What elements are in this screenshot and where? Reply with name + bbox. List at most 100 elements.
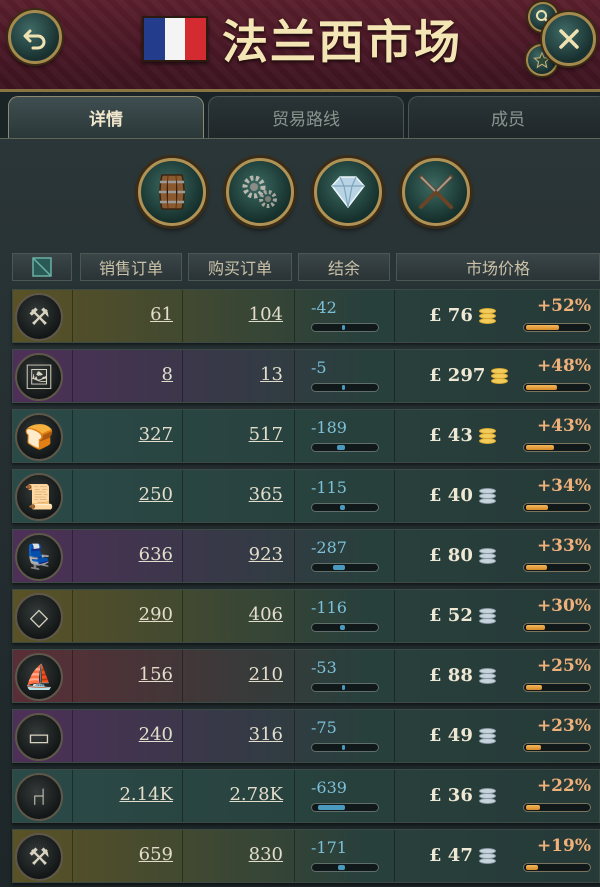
- sell-orders-value[interactable]: 240: [139, 724, 173, 745]
- good-cell: ⚒: [13, 830, 73, 882]
- table-row-8[interactable]: ▭ 240 316 -75 £ 49 +23%: [12, 709, 600, 763]
- price-change-value: +19%: [536, 836, 591, 856]
- buy-orders-value[interactable]: 104: [249, 304, 283, 325]
- good-cell: ⚒: [13, 290, 73, 342]
- market-price-value: £ 43: [429, 424, 473, 446]
- price-change-value: +30%: [536, 596, 591, 616]
- back-button[interactable]: [8, 10, 62, 64]
- column-header-sell-orders[interactable]: 销售订单: [80, 253, 182, 281]
- price-change-value: +33%: [536, 536, 591, 556]
- market-price-value: £ 40: [429, 484, 473, 506]
- tab-trade-routes[interactable]: 贸易路线: [208, 96, 404, 138]
- column-header-market-price[interactable]: 市场价格: [396, 253, 600, 281]
- sell-orders-value[interactable]: 8: [162, 364, 173, 385]
- market-header: 法兰西市场: [0, 0, 600, 92]
- table-row-9[interactable]: ⑁ 2.14K 2.78K -639 £ 36 +22%: [12, 769, 600, 823]
- buy-orders-value[interactable]: 517: [249, 424, 283, 445]
- market-price: £ 40: [429, 484, 497, 506]
- coin-stack-icon: [489, 364, 509, 386]
- table-row-6[interactable]: ◇ 290 406 -116 £ 52 +30%: [12, 589, 600, 643]
- price-change-value: +52%: [536, 296, 591, 316]
- sell-orders-value[interactable]: 327: [139, 424, 173, 445]
- category-luxury-button[interactable]: [314, 158, 382, 226]
- balance-value: -53: [311, 658, 337, 677]
- tab-members[interactable]: 成员: [408, 96, 600, 138]
- buy-orders-value[interactable]: 365: [249, 484, 283, 505]
- coin-stack-icon: [477, 784, 497, 806]
- sell-orders-value[interactable]: 61: [150, 304, 173, 325]
- sell-orders-value[interactable]: 2.14K: [119, 784, 173, 805]
- buy-orders-value[interactable]: 210: [249, 664, 283, 685]
- table-row-4[interactable]: 📜 250 365 -115 £ 40 +34%: [12, 469, 600, 523]
- price-change-bar: [523, 623, 591, 632]
- table-row-1[interactable]: ⚒ 61 104 -42 £ 76 +52%: [12, 289, 600, 343]
- balance-bar: [311, 383, 379, 392]
- paper-icon[interactable]: 📜: [15, 473, 63, 521]
- coin-stack-icon: [477, 604, 497, 626]
- sailing-ship-icon[interactable]: ⛵: [15, 653, 63, 701]
- balance-bar: [311, 803, 379, 812]
- buy-orders-value[interactable]: 316: [249, 724, 283, 745]
- balance-value: -171: [311, 838, 347, 857]
- paper-icon-glyph: 📜: [24, 483, 54, 511]
- buy-orders-value[interactable]: 13: [260, 364, 283, 385]
- tools-bundle-icon[interactable]: ⚒: [15, 293, 63, 341]
- market-price: £ 76: [429, 304, 497, 326]
- coin-stack-icon: [477, 544, 497, 566]
- balance-bar: [311, 563, 379, 572]
- armchair-icon[interactable]: 💺: [15, 533, 63, 581]
- crossed-rifles-icon: [419, 175, 453, 209]
- painting-icon[interactable]: 🖼: [15, 353, 63, 401]
- price-change-value: +48%: [536, 356, 591, 376]
- column-header-buy-orders[interactable]: 购买订单: [188, 253, 292, 281]
- table-row-10[interactable]: ⚒ 659 830 -171 £ 47 +19%: [12, 829, 600, 883]
- price-change-bar: [523, 323, 591, 332]
- sell-orders-value[interactable]: 636: [139, 544, 173, 565]
- good-cell: ⑁: [13, 770, 73, 822]
- table-row-5[interactable]: 💺 636 923 -287 £ 80 +33%: [12, 529, 600, 583]
- chair-icon[interactable]: ⑁: [15, 773, 63, 821]
- buy-orders-value[interactable]: 830: [249, 844, 283, 865]
- market-price-value: £ 80: [429, 544, 473, 566]
- sell-orders-value[interactable]: 250: [139, 484, 173, 505]
- price-change-value: +34%: [536, 476, 591, 496]
- balance-value: -75: [311, 718, 337, 737]
- buy-orders-value[interactable]: 2.78K: [229, 784, 283, 805]
- armchair-icon-glyph: 💺: [24, 543, 54, 571]
- price-change-value: +43%: [536, 416, 591, 436]
- sell-orders-value[interactable]: 290: [139, 604, 173, 625]
- column-header-good[interactable]: [12, 253, 72, 281]
- market-price-value: £ 297: [429, 364, 486, 386]
- glass-icon[interactable]: ◇: [15, 593, 63, 641]
- price-change-bar: [523, 803, 591, 812]
- sailing-ship-icon-glyph: ⛵: [24, 663, 54, 691]
- market-title: 法兰西市场: [222, 15, 462, 69]
- balance-bar: [311, 743, 379, 752]
- sell-orders-value[interactable]: 156: [139, 664, 173, 685]
- close-icon: [559, 29, 579, 49]
- category-military-button[interactable]: [402, 158, 470, 226]
- coin-stack-icon: [477, 484, 497, 506]
- table-row-2[interactable]: 🖼 8 13 -5 £ 297 +48%: [12, 349, 600, 403]
- groceries-icon[interactable]: 🍞: [15, 413, 63, 461]
- close-button[interactable]: [542, 12, 596, 66]
- column-header-balance[interactable]: 结余: [298, 253, 390, 281]
- sell-orders-value[interactable]: 659: [139, 844, 173, 865]
- balance-value: -42: [311, 298, 337, 317]
- tools-icon-glyph: ⚒: [28, 843, 50, 871]
- tab-details[interactable]: 详情: [8, 96, 204, 138]
- buy-orders-value[interactable]: 923: [249, 544, 283, 565]
- balance-value: -5: [311, 358, 327, 377]
- tools-icon[interactable]: ⚒: [15, 833, 63, 881]
- price-change-value: +23%: [536, 716, 591, 736]
- good-cell: ◇: [13, 590, 73, 642]
- buy-orders-value[interactable]: 406: [249, 604, 283, 625]
- category-industry-button[interactable]: [226, 158, 294, 226]
- table-row-7[interactable]: ⛵ 156 210 -53 £ 88 +25%: [12, 649, 600, 703]
- category-barrel-button[interactable]: [138, 158, 206, 226]
- cigar-box-icon[interactable]: ▭: [15, 713, 63, 761]
- price-change-value: +22%: [536, 776, 591, 796]
- market-price: £ 80: [429, 544, 497, 566]
- france-flag: [142, 16, 208, 62]
- table-row-3[interactable]: 🍞 327 517 -189 £ 43 +43%: [12, 409, 600, 463]
